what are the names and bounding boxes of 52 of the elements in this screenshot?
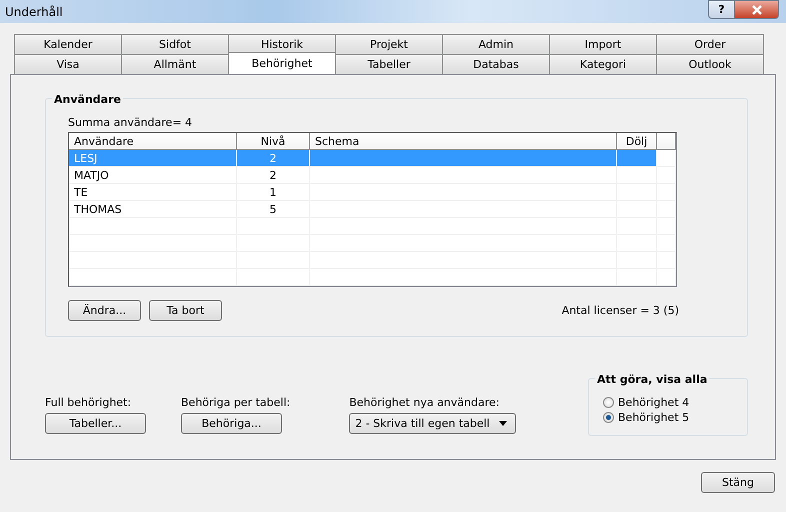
tab[interactable]: Outlook [656,54,764,74]
field-label: Full behörighet: [45,396,132,409]
tab[interactable]: Import [549,34,657,54]
radio-button[interactable] [603,397,614,408]
table-cell: TE [69,184,237,201]
table-cell: LESJ [69,150,237,167]
tab[interactable]: Tabeller [335,54,443,74]
column-header [657,133,676,150]
radio-button[interactable] [603,412,614,423]
user-count: Summa användare= 4 [68,116,194,129]
tab[interactable]: Sidfot [121,34,229,54]
dropdown-arrow-icon [499,421,508,426]
close-icon [750,4,762,14]
tab[interactable]: Kategori [549,54,657,74]
delete-button[interactable]: Ta bort [149,300,222,321]
table-cell: 2 [237,167,310,184]
table-cell: THOMAS [69,201,237,218]
tables-button[interactable]: Tabeller... [45,413,146,434]
permission-dropdown[interactable]: 2 - Skriva till egen tabell [349,413,516,434]
table-cell [657,252,676,269]
table-cell: 1 [237,184,310,201]
tab[interactable]: Projekt [335,34,443,54]
table-cell [657,235,676,252]
group-title: Användare [52,93,123,106]
group-title: Att göra, visa alla [595,373,710,386]
close-dialog-button[interactable]: Stäng [701,472,775,493]
table-cell: MATJO [69,167,237,184]
tab[interactable]: Allmänt [121,54,229,74]
field-label: Behörighet nya användare: [349,396,500,409]
tab[interactable]: Order [656,34,764,54]
tab[interactable]: Admin [442,34,550,54]
window-title: Underhåll [5,4,63,18]
help-button[interactable]: ? [708,0,735,19]
table-cell [657,218,676,235]
table-cell: 5 [237,201,310,218]
table-cell [617,269,657,286]
tab[interactable]: Behörighet [228,52,336,74]
table-row[interactable]: TE 1 [69,184,676,201]
edit-button[interactable]: Ändra... [68,300,141,321]
table-row[interactable]: MATJO 2 [69,167,676,184]
tab[interactable]: Databas [442,54,550,74]
close-button[interactable] [735,0,779,19]
tab[interactable]: Kalender [14,34,122,54]
radio-option[interactable]: Behörighet 5 [603,410,747,425]
table-row[interactable]: THOMAS 5 [69,201,676,218]
tab[interactable]: Visa [14,54,122,74]
license-count: Antal licenser = 3 (5) [562,304,679,317]
table-cell: 2 [237,150,310,167]
authorized-button[interactable]: Behöriga... [181,413,282,434]
table-cell [657,269,676,286]
field-label: Behöriga per tabell: [181,396,290,409]
radio-option[interactable]: Behörighet 4 [603,395,747,410]
